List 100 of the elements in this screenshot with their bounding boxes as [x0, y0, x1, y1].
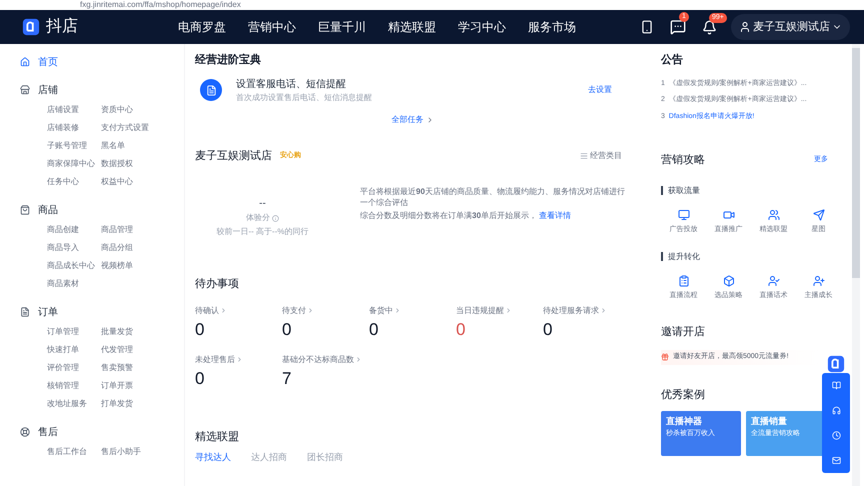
todo-link[interactable]: 备货中: [369, 304, 393, 316]
sidebar-link[interactable]: 改地址服务: [47, 396, 101, 412]
sidebar-link[interactable]: 商品素材: [47, 276, 101, 292]
scrollbar[interactable]: [852, 44, 860, 486]
chevron-right-icon: [355, 356, 362, 363]
tool-icon: [812, 275, 824, 287]
todo-count: 0: [195, 320, 206, 340]
sidebar-link[interactable]: 子账号管理: [47, 138, 101, 154]
chevron-right-icon: [236, 356, 243, 363]
home-icon: [20, 57, 30, 67]
chevron-right-icon: [600, 307, 607, 314]
account-menu-button[interactable]: 麦子互娱测试店: [731, 14, 850, 40]
details-link[interactable]: 查看详情: [538, 211, 571, 220]
sidebar-link[interactable]: 商品管理: [101, 222, 171, 238]
sidebar-link[interactable]: 视频榜单: [101, 258, 171, 274]
chevron-right-icon: [394, 307, 401, 314]
tool-icon: [678, 275, 690, 287]
sidebar-link[interactable]: 代发管理: [101, 342, 171, 358]
book-icon[interactable]: [832, 381, 840, 390]
headset-icon[interactable]: [832, 406, 840, 415]
clock-icon[interactable]: [832, 431, 840, 440]
sidebar-link[interactable]: 商品导入: [47, 240, 101, 256]
message-icon[interactable]: [670, 19, 686, 35]
alliance-tab[interactable]: 寻找达人: [195, 451, 231, 464]
todo-link[interactable]: 待支付: [282, 304, 306, 316]
sidebar-link[interactable]: 店铺装修: [47, 120, 101, 136]
info-icon[interactable]: [272, 214, 279, 222]
alliance-tab[interactable]: 团长招商: [307, 451, 343, 464]
nav-link[interactable]: 营销中心: [248, 18, 296, 36]
sidebar-link[interactable]: 权益中心: [101, 174, 171, 190]
section-title: 精选联盟: [195, 430, 240, 444]
todo-count: 0: [282, 320, 292, 340]
setup-link[interactable]: 去设置: [588, 84, 612, 96]
sidebar-link[interactable]: 支付方式设置: [101, 120, 171, 136]
nav-link[interactable]: 巨量千川: [318, 18, 366, 36]
todo-count: 7: [282, 368, 292, 388]
subsection-title: 获取流量: [661, 186, 700, 194]
todo-link[interactable]: 当日违规提醒: [456, 304, 504, 316]
sidebar-link[interactable]: 售卖预警: [101, 360, 171, 376]
sidebar-link[interactable]: 打单发货: [101, 396, 171, 412]
todo-count: 0: [369, 320, 380, 340]
sidebar-section-title: 店铺: [38, 84, 58, 98]
section-title: 公告: [661, 52, 684, 68]
sidebar-link[interactable]: 批量发货: [101, 324, 171, 340]
section-title: 邀请开店: [661, 324, 706, 340]
tool-icon: [722, 275, 734, 287]
all-tasks-link[interactable]: 全部任务: [392, 114, 434, 126]
sidebar-link[interactable]: 售后工作台: [47, 444, 101, 460]
sidebar-item[interactable]: 首页: [38, 54, 58, 70]
category-link[interactable]: 经营类目: [590, 150, 622, 162]
section-title: 待办事项: [195, 277, 240, 292]
sidebar-link[interactable]: 商家保障中心: [47, 156, 101, 172]
sidebar-link[interactable]: 商品成长中心: [47, 258, 101, 274]
sidebar-link[interactable]: 数据授权: [101, 156, 171, 172]
category-icon: [20, 205, 30, 215]
score-value: --: [259, 198, 266, 210]
chevron-right-icon: [505, 307, 512, 314]
nav-link[interactable]: 服务市场: [528, 18, 576, 36]
mail-icon[interactable]: [832, 456, 840, 465]
phone-icon[interactable]: [640, 19, 654, 35]
nav-link[interactable]: 学习中心: [458, 18, 506, 36]
nav-link[interactable]: 电商罗盘: [178, 18, 226, 36]
todo-link[interactable]: 未处理售后: [195, 354, 235, 366]
todo-link[interactable]: 待处理服务请求: [543, 304, 599, 316]
todo-link[interactable]: 待确认: [195, 304, 219, 316]
sidebar-link[interactable]: 商品创建: [47, 222, 101, 238]
sidebar-link[interactable]: 快速打单: [47, 342, 101, 358]
sidebar-link[interactable]: 评价管理: [47, 360, 101, 376]
category-icon: [20, 307, 30, 317]
sidebar-link[interactable]: 订单管理: [47, 324, 101, 340]
sidebar-link[interactable]: 售后小助手: [101, 444, 171, 460]
todo-count: 0: [195, 368, 206, 388]
user-icon: [739, 21, 751, 33]
alliance-tab[interactable]: 达人招商: [251, 451, 287, 464]
brand-name: 抖店: [46, 16, 79, 37]
sidebar-link[interactable]: 订单开票: [101, 378, 171, 394]
sidebar-link[interactable]: 商品分组: [101, 240, 171, 256]
nav-link[interactable]: 精选联盟: [388, 18, 436, 36]
sidebar-link[interactable]: 核销管理: [47, 378, 101, 394]
chevron-right-icon: [220, 307, 227, 314]
sidebar-link[interactable]: 店铺设置: [47, 102, 101, 118]
todo-link[interactable]: 基础分不达标商品数: [282, 354, 354, 366]
logo-icon: [22, 18, 40, 36]
sidebar-link[interactable]: 资质中心: [101, 102, 171, 118]
sidebar-link[interactable]: 黑名单: [101, 138, 171, 154]
section-title: 营销攻略: [661, 153, 705, 168]
sidebar-section-title: 售后: [38, 426, 58, 440]
document-icon: [200, 79, 222, 101]
tool-icon: [678, 208, 690, 220]
task-title: 设置客服电话、短信提醒: [236, 78, 347, 92]
tool-icon: [768, 275, 780, 287]
todo-count: 0: [456, 320, 466, 340]
todo-count: 0: [543, 320, 554, 340]
list-icon: [580, 152, 588, 160]
bell-icon[interactable]: [702, 20, 717, 34]
tool-icon: [722, 208, 734, 220]
tool-icon: [812, 208, 824, 220]
category-icon: [20, 85, 30, 95]
score-description: 平台将根据最近90天店铺的商品质量、物流履约能力、服务情况对店铺进行一个综合评估: [360, 186, 626, 208]
sidebar-link[interactable]: 任务中心: [47, 174, 101, 190]
